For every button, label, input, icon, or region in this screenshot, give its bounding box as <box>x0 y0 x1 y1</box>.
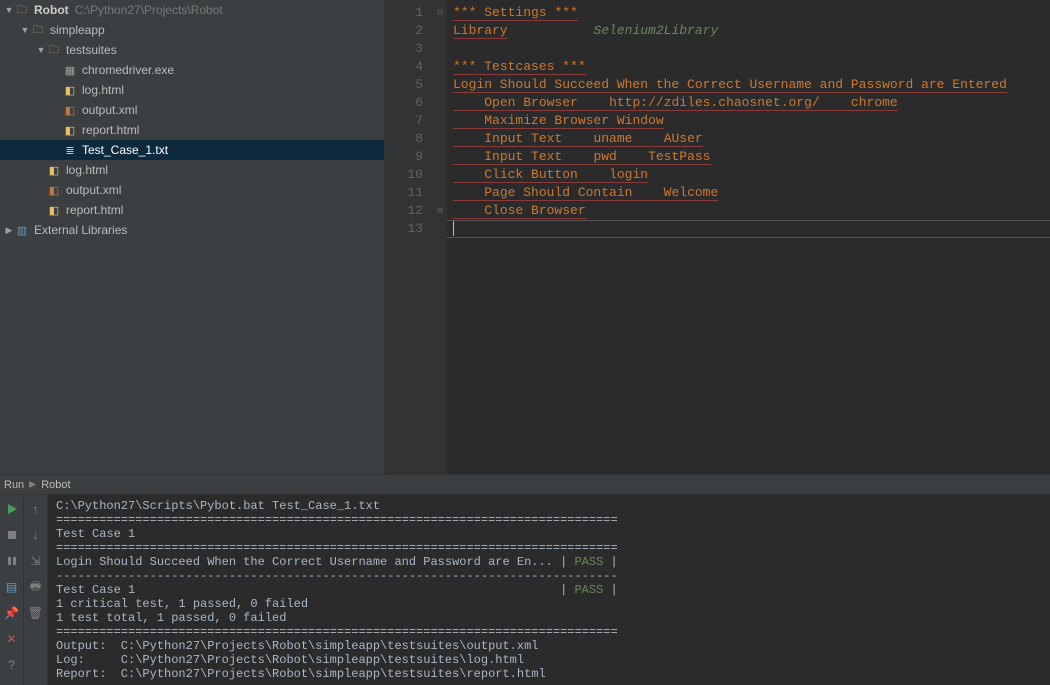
line-number-gutter: 1234 5678 9101112 13 <box>385 0 433 474</box>
code-token: AUser <box>664 131 703 147</box>
code-token: uname <box>593 131 632 147</box>
code-token: Library <box>453 23 508 39</box>
tree-label: Test_Case_1.txt <box>82 143 168 157</box>
folder-icon: 🗀 <box>14 2 30 18</box>
tree-root[interactable]: ▼ 🗀 Robot C:\Python27\Projects\Robot <box>0 0 384 20</box>
clear-button[interactable]: 🗑 <box>28 605 44 621</box>
code-token: Selenium2Library <box>593 23 718 38</box>
xml-file-icon: ◧ <box>46 182 62 198</box>
expand-arrow-icon[interactable]: ▶ <box>4 225 14 236</box>
tree-file-report-html[interactable]: ◧ report.html <box>0 120 384 140</box>
tree-label: output.xml <box>82 103 137 117</box>
code-token: Input Text <box>484 131 562 147</box>
stop-button[interactable] <box>4 527 20 543</box>
run-toolbar-inner: ↑ ↓ ⇲ 🖶 🗑 <box>24 495 48 685</box>
library-icon: ▥ <box>14 222 30 238</box>
expand-arrow-icon[interactable]: ▼ <box>4 5 14 15</box>
code-token: TestPass <box>648 149 710 165</box>
tree-label: log.html <box>82 83 124 97</box>
layout-button[interactable]: ▤ <box>4 579 20 595</box>
tree-file-test-case-1[interactable]: ≣ Test_Case_1.txt <box>0 140 384 160</box>
code-token: http://zdiles.chaosnet.org/ <box>609 95 820 111</box>
pause-button[interactable] <box>4 553 20 569</box>
soft-wrap-button[interactable]: ⇲ <box>28 553 44 569</box>
code-token: pwd <box>593 149 616 165</box>
run-config-name: Robot <box>41 479 70 491</box>
tree-label: output.xml <box>66 183 121 197</box>
rerun-button[interactable] <box>4 501 20 517</box>
text-file-icon: ≣ <box>62 142 78 158</box>
expand-arrow-icon[interactable]: ▼ <box>36 45 46 55</box>
tree-label: report.html <box>82 123 139 137</box>
html-file-icon: ◧ <box>62 82 78 98</box>
tree-folder-simpleapp[interactable]: ▼ 🗀 simpleapp <box>0 20 384 40</box>
run-label: Run <box>4 479 24 491</box>
fold-gutter[interactable]: ⊟ ⊟ <box>433 0 447 474</box>
tree-label: report.html <box>66 203 123 217</box>
pin-button[interactable]: 📌 <box>4 605 20 621</box>
code-token: Page Should Contain <box>484 185 632 201</box>
code-token: chrome <box>851 95 898 111</box>
folder-icon: 🗀 <box>46 42 62 58</box>
tree-file-output-xml-2[interactable]: ◧ output.xml <box>0 180 384 200</box>
project-path: C:\Python27\Projects\Robot <box>75 3 223 17</box>
tree-label: log.html <box>66 163 108 177</box>
code-editor[interactable]: 1234 5678 9101112 13 ⊟ ⊟ *** Settings **… <box>385 0 1050 474</box>
print-button[interactable]: 🖶 <box>28 579 44 595</box>
code-token: Open Browser <box>484 95 578 111</box>
tree-label: chromedriver.exe <box>82 63 174 77</box>
console-output[interactable]: C:\Python27\Scripts\Pybot.bat Test_Case_… <box>48 495 1050 685</box>
exe-file-icon: ▦ <box>62 62 78 78</box>
code-token: Welcome <box>664 185 719 201</box>
tree-external-libraries[interactable]: ▶ ▥ External Libraries <box>0 220 384 240</box>
tree-file-output-xml[interactable]: ◧ output.xml <box>0 100 384 120</box>
html-file-icon: ◧ <box>62 122 78 138</box>
folder-icon: 🗀 <box>30 22 46 38</box>
run-tool-window-header[interactable]: Run Robot <box>0 475 1050 495</box>
scroll-up-button[interactable]: ↑ <box>28 501 44 517</box>
code-token: Click Button <box>484 167 578 183</box>
scroll-down-button[interactable]: ↓ <box>28 527 44 543</box>
code-token: Input Text <box>484 149 562 165</box>
run-play-icon <box>28 480 37 489</box>
tree-file-chromedriver[interactable]: ▦ chromedriver.exe <box>0 60 384 80</box>
tree-label: External Libraries <box>34 223 127 237</box>
code-token: login <box>609 167 648 183</box>
code-token: *** Testcases *** <box>453 59 586 75</box>
tree-label: simpleapp <box>50 23 105 37</box>
close-button[interactable]: ✕ <box>4 631 20 647</box>
expand-arrow-icon[interactable]: ▼ <box>20 25 30 35</box>
html-file-icon: ◧ <box>46 202 62 218</box>
project-name: Robot <box>34 3 69 17</box>
html-file-icon: ◧ <box>46 162 62 178</box>
code-content[interactable]: *** Settings *** Library Selenium2Librar… <box>447 0 1050 474</box>
tree-folder-testsuites[interactable]: ▼ 🗀 testsuites <box>0 40 384 60</box>
tree-file-report-html-2[interactable]: ◧ report.html <box>0 200 384 220</box>
project-tree[interactable]: ▼ 🗀 Robot C:\Python27\Projects\Robot ▼ 🗀… <box>0 0 385 474</box>
code-token: Maximize Browser Window <box>484 113 663 129</box>
code-token: *** Settings *** <box>453 5 578 21</box>
tree-label: testsuites <box>66 43 117 57</box>
help-button[interactable]: ? <box>4 657 20 673</box>
tree-file-log-html[interactable]: ◧ log.html <box>0 80 384 100</box>
code-token: Login Should Succeed When the Correct Us… <box>453 77 1007 93</box>
run-toolbar-left: ▤ 📌 ✕ ? <box>0 495 24 685</box>
code-token: Close Browser <box>484 203 585 219</box>
xml-file-icon: ◧ <box>62 102 78 118</box>
tree-file-log-html-2[interactable]: ◧ log.html <box>0 160 384 180</box>
